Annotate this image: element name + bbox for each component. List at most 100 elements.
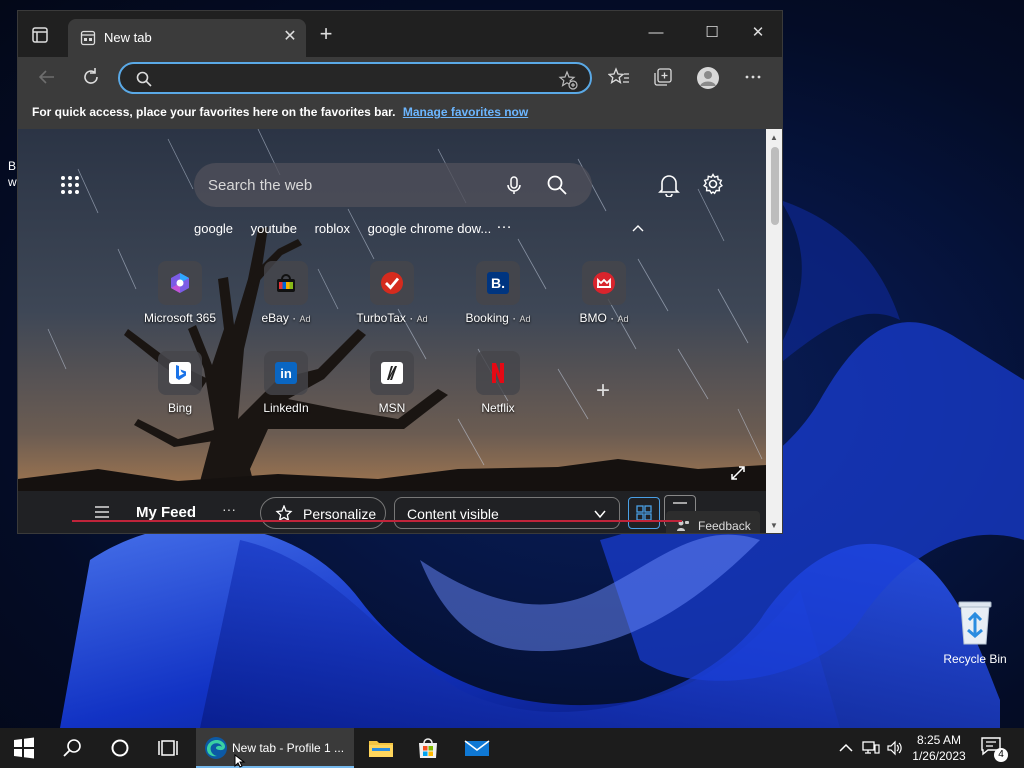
feedback-label: Feedback xyxy=(698,519,751,533)
cortana-icon[interactable] xyxy=(96,728,144,768)
recycle-bin-label: Recycle Bin xyxy=(943,652,1007,666)
tile-bmo[interactable]: BMO · Ad xyxy=(554,261,654,325)
quick-link[interactable]: roblox xyxy=(315,221,350,236)
tile-label: Microsoft 365 xyxy=(143,311,217,325)
ad-badge: Ad xyxy=(299,314,311,324)
taskbar-search-icon[interactable] xyxy=(48,728,96,768)
taskbar-edge-item[interactable]: New tab - Profile 1 ... xyxy=(196,728,354,768)
web-search-placeholder: Search the web xyxy=(208,177,313,194)
volume-icon[interactable] xyxy=(886,740,904,756)
apps-launcher-icon[interactable] xyxy=(60,175,80,195)
task-view-icon[interactable] xyxy=(144,728,192,768)
quick-links-more-button[interactable]: … xyxy=(496,215,512,233)
notifications-bell-icon[interactable] xyxy=(658,173,680,198)
profile-avatar-icon[interactable] xyxy=(696,66,720,90)
network-icon[interactable] xyxy=(862,740,880,756)
collections-icon[interactable] xyxy=(652,66,676,90)
page-settings-gear-icon[interactable] xyxy=(702,173,724,195)
quick-links: google youtube roblox google chrome dow.… xyxy=(194,221,505,239)
microsoft-365-icon xyxy=(158,261,202,305)
quick-link[interactable]: youtube xyxy=(251,221,297,236)
feedback-button[interactable]: Feedback xyxy=(666,511,760,533)
taskbar-edge-label: New tab - Profile 1 ... xyxy=(232,741,345,755)
action-center-icon[interactable]: 4 xyxy=(980,736,1008,762)
collapse-chevron-icon[interactable] xyxy=(632,221,644,235)
ad-badge: Ad xyxy=(519,314,531,324)
new-tab-button[interactable]: + xyxy=(314,23,338,47)
ad-badge: Ad xyxy=(416,314,428,324)
close-window-button[interactable]: ✕ xyxy=(744,21,772,45)
mail-icon[interactable] xyxy=(452,728,500,768)
tile-bing[interactable]: Bing xyxy=(130,351,230,415)
tile-ebay[interactable]: eBay · Ad xyxy=(236,261,336,325)
expand-icon[interactable] xyxy=(730,465,746,481)
tile-label: Bing xyxy=(167,401,193,415)
new-tab-icon xyxy=(80,30,96,46)
my-feed-tab[interactable]: My Feed xyxy=(136,504,196,521)
microphone-icon[interactable] xyxy=(504,175,524,195)
favorites-bar: For quick access, place your favorites h… xyxy=(18,99,782,129)
feed-bar: My Feed ··· Personalize Content visible xyxy=(18,491,766,533)
scroll-up-arrow-icon[interactable]: ▲ xyxy=(770,133,778,142)
address-input[interactable] xyxy=(160,69,550,87)
address-bar[interactable] xyxy=(118,62,592,94)
settings-more-icon[interactable] xyxy=(742,66,766,90)
taskbar-clock[interactable]: 8:25 AM 1/26/2023 xyxy=(906,732,972,764)
taskbar: New tab - Profile 1 ... 8:25 AM 1/26/202… xyxy=(0,728,1024,768)
search-icon xyxy=(136,71,152,87)
quick-link[interactable]: google chrome dow... xyxy=(368,221,492,236)
clock-time: 8:25 AM xyxy=(916,733,962,747)
file-explorer-icon[interactable] xyxy=(356,728,404,768)
page-scrollbar[interactable]: ▲ ▼ xyxy=(766,129,782,533)
svg-text:B.: B. xyxy=(491,275,505,291)
microsoft-store-icon[interactable] xyxy=(404,728,452,768)
svg-text:in: in xyxy=(280,366,292,381)
add-site-button[interactable]: + xyxy=(592,377,614,405)
tile-turbotax[interactable]: TurboTax · Ad xyxy=(342,261,442,325)
new-tab-page: Search the web google youtube roblox goo… xyxy=(18,129,766,533)
turbotax-icon xyxy=(370,261,414,305)
refresh-icon[interactable] xyxy=(80,66,104,90)
tab-title: New tab xyxy=(104,30,152,45)
favorites-bar-text: For quick access, place your favorites h… xyxy=(32,105,396,119)
edge-browser-window: New tab ✕ + — ☐ ✕ For quick access, plac… xyxy=(17,10,783,534)
recycle-bin[interactable]: Recycle Bin xyxy=(940,598,1010,666)
feed-more-button[interactable]: ··· xyxy=(222,501,236,517)
quick-link[interactable]: google xyxy=(194,221,233,236)
content-visibility-select[interactable]: Content visible xyxy=(394,497,620,529)
tile-linkedin[interactable]: in LinkedIn xyxy=(236,351,336,415)
tab-close-icon[interactable]: ✕ xyxy=(280,27,300,47)
tab-new-tab[interactable]: New tab ✕ xyxy=(68,19,306,57)
show-hidden-icons-chevron[interactable] xyxy=(838,740,854,756)
tile-label: TurboTax xyxy=(356,311,406,325)
linkedin-icon: in xyxy=(264,351,308,395)
back-arrow-icon[interactable] xyxy=(36,66,60,90)
web-search-box[interactable]: Search the web xyxy=(194,163,592,207)
hamburger-menu-icon[interactable] xyxy=(94,505,110,519)
chevron-down-icon xyxy=(593,507,607,521)
scrollbar-thumb[interactable] xyxy=(771,147,779,225)
tile-label: BMO xyxy=(579,311,607,325)
notification-count-badge: 4 xyxy=(994,748,1008,762)
feed-divider xyxy=(72,520,682,522)
tile-msn[interactable]: MSN xyxy=(342,351,442,415)
tile-netflix[interactable]: Netflix xyxy=(448,351,548,415)
tile-microsoft-365[interactable]: Microsoft 365 xyxy=(130,261,230,325)
tab-actions-icon[interactable] xyxy=(30,25,52,47)
start-button[interactable] xyxy=(0,728,48,768)
personalize-button[interactable]: Personalize xyxy=(260,497,386,529)
add-favorite-icon[interactable] xyxy=(558,70,578,90)
favorites-icon[interactable] xyxy=(607,66,632,90)
recycle-bin-icon xyxy=(955,598,995,646)
web-search-icon[interactable] xyxy=(546,174,568,196)
tile-booking[interactable]: B. Booking · Ad xyxy=(448,261,548,325)
bing-icon xyxy=(158,351,202,395)
tile-label: Booking xyxy=(465,311,509,325)
bmo-icon xyxy=(582,261,626,305)
grid-view-button[interactable] xyxy=(628,497,660,529)
minimize-button[interactable]: — xyxy=(642,21,670,45)
manage-favorites-link[interactable]: Manage favorites now xyxy=(403,105,528,119)
maximize-button[interactable]: ☐ xyxy=(698,21,726,45)
tile-label: MSN xyxy=(378,401,406,415)
scroll-down-arrow-icon[interactable]: ▼ xyxy=(770,521,778,530)
